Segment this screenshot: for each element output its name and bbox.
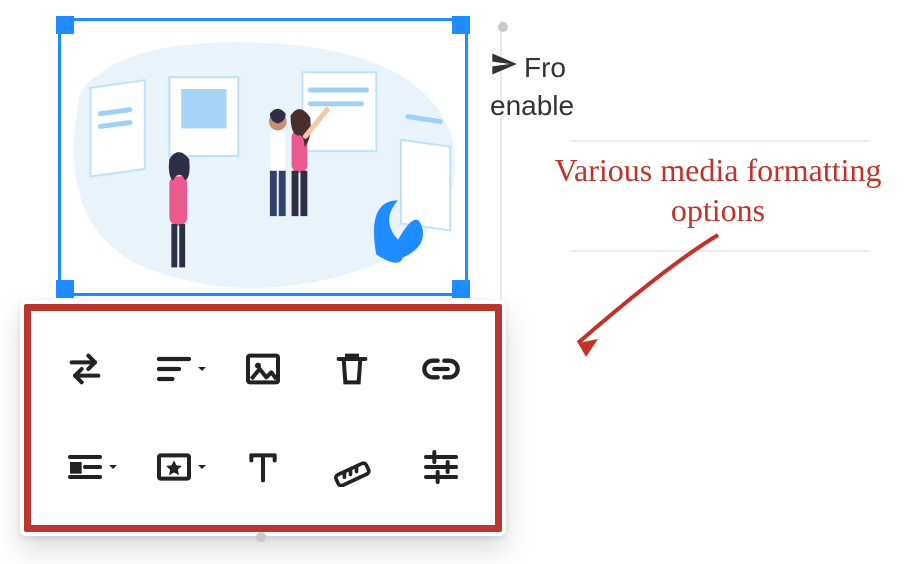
resize-handle-top-right[interactable]	[452, 16, 470, 34]
text-style-button[interactable]	[230, 437, 296, 497]
toolbar-row-2	[40, 437, 486, 497]
settings-sliders-button[interactable]	[408, 437, 474, 497]
anchor-dot-icon	[498, 22, 508, 32]
resize-handle-bottom-left[interactable]	[56, 280, 74, 298]
selection-outline	[58, 18, 468, 296]
link-button[interactable]	[408, 339, 474, 399]
measure-button[interactable]	[319, 437, 385, 497]
anchor-dot-icon	[256, 532, 266, 542]
cropped-text-1: Fro	[524, 52, 566, 84]
star-box-icon	[154, 447, 194, 487]
image-button[interactable]	[230, 339, 296, 399]
wrap-text-icon	[65, 447, 105, 487]
media-format-toolbar	[20, 300, 506, 536]
delete-button[interactable]	[319, 339, 385, 399]
resize-handle-top-left[interactable]	[56, 16, 74, 34]
cropped-text-2: enable	[490, 90, 574, 122]
swap-icon	[65, 349, 105, 389]
text-t-icon	[243, 447, 283, 487]
background-divider	[570, 250, 870, 252]
align-button[interactable]	[141, 339, 207, 399]
background-divider	[570, 140, 870, 142]
resize-handle-bottom-right[interactable]	[452, 280, 470, 298]
featured-button[interactable]	[141, 437, 207, 497]
link-icon	[421, 349, 461, 389]
ruler-icon	[332, 447, 372, 487]
caret-down-icon	[197, 462, 207, 472]
selected-media[interactable]	[58, 18, 468, 296]
annotation-label: Various media formatting options	[548, 150, 888, 230]
caret-down-icon	[197, 364, 207, 374]
annotation-arrow-icon	[548, 225, 748, 365]
paper-plane-icon	[490, 50, 518, 85]
align-left-icon	[154, 349, 194, 389]
wrap-text-button[interactable]	[52, 437, 118, 497]
toolbar-row-1	[40, 339, 486, 399]
swap-button[interactable]	[52, 339, 118, 399]
sliders-icon	[421, 447, 461, 487]
trash-icon	[332, 349, 372, 389]
caret-down-icon	[108, 462, 118, 472]
cropped-label-row: Fro	[490, 50, 566, 85]
image-icon	[243, 349, 283, 389]
